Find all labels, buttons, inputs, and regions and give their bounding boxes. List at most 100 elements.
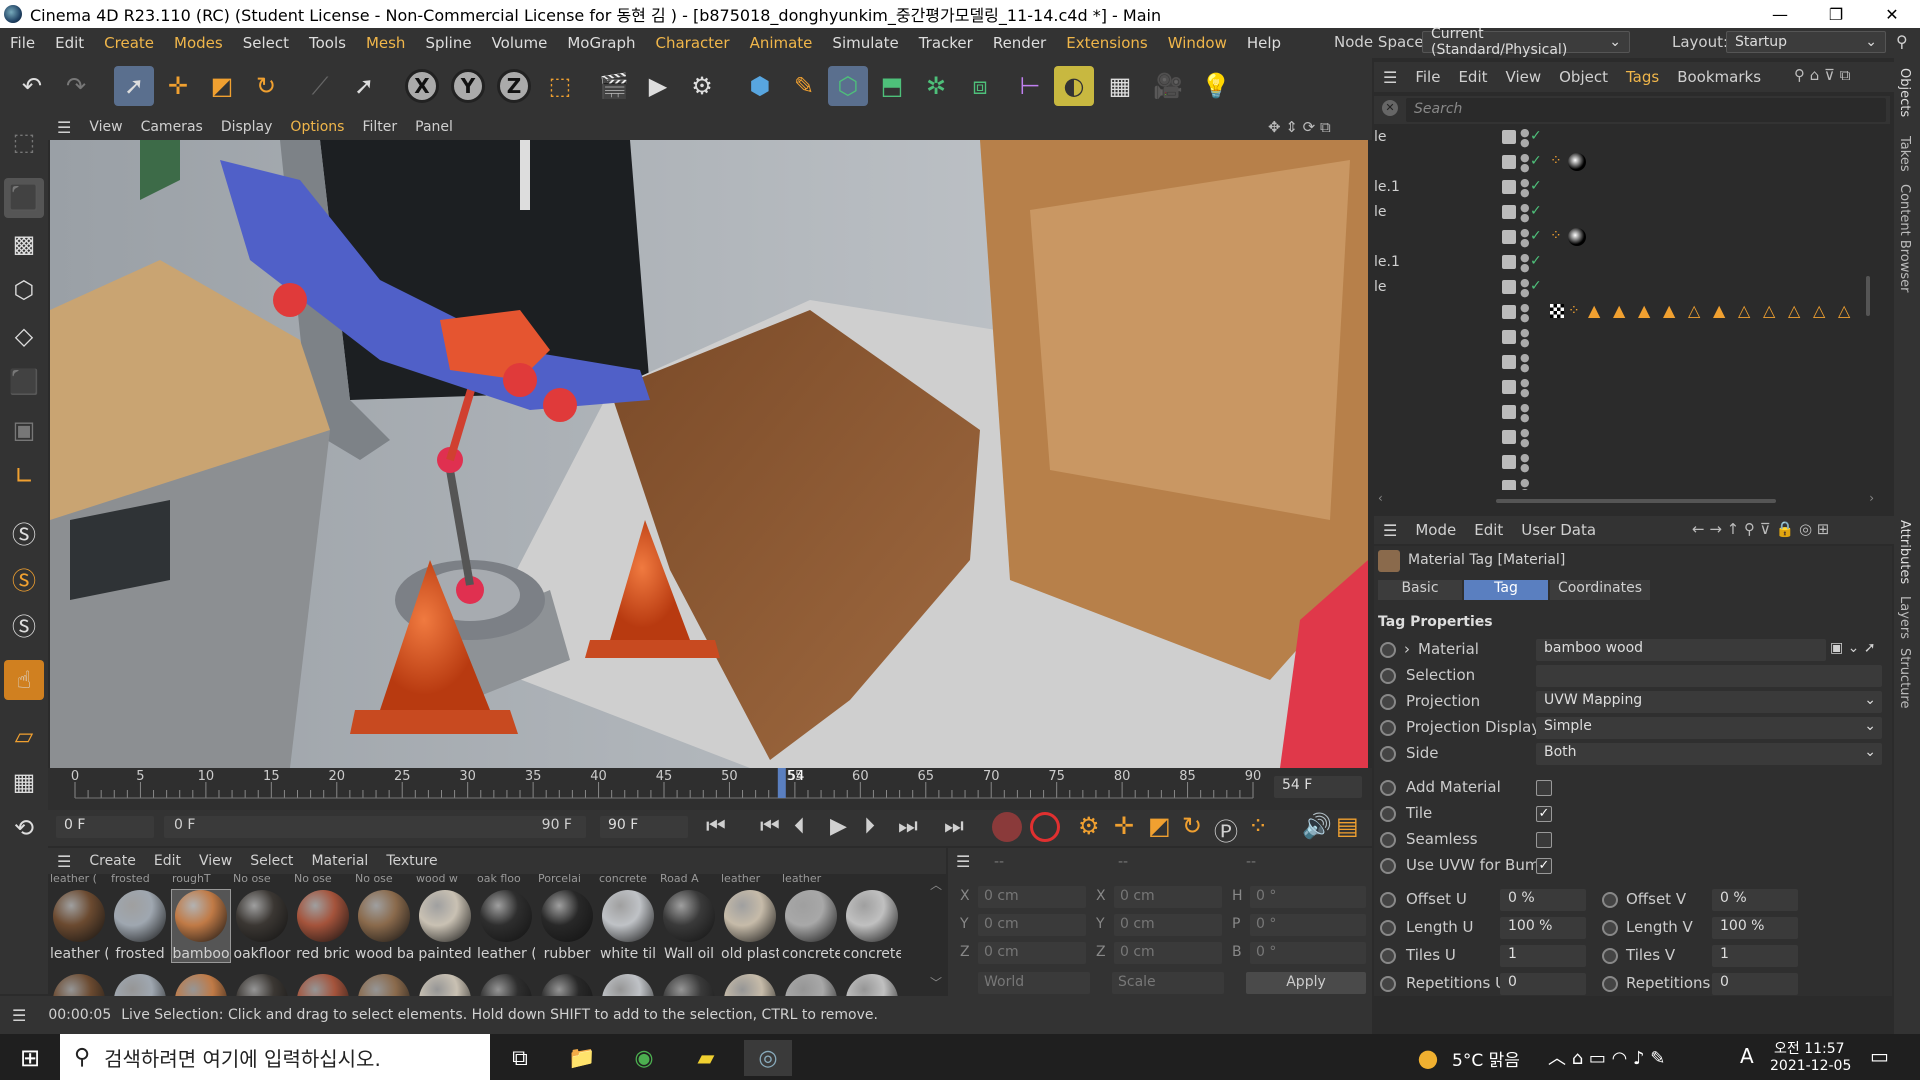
notification-icon[interactable]: ▭: [1870, 1044, 1889, 1068]
uvw-tag-icon[interactable]: [1550, 304, 1564, 318]
hamburger-icon[interactable]: ☰: [48, 118, 80, 137]
z-axis-lock-icon[interactable]: Z: [497, 69, 531, 103]
menu-window[interactable]: Window: [1158, 34, 1237, 52]
workplane-icon[interactable]: ▱: [4, 716, 44, 756]
attribute-nav-icons[interactable]: ← → ↑ ⚲ ⊽ 🔒 ◎ ⊞: [1692, 520, 1829, 538]
tab-coordinates[interactable]: Coordinates: [1550, 580, 1650, 600]
object-row[interactable]: le.1 ● ● ✓: [1374, 176, 1874, 201]
layer-icon[interactable]: [1502, 405, 1516, 419]
snap-settings-icon[interactable]: Ⓢ: [4, 558, 44, 598]
material-item[interactable]: concrete: [782, 890, 840, 962]
enabled-check-icon[interactable]: ✓: [1530, 228, 1542, 244]
x-axis-lock-icon[interactable]: X: [405, 69, 439, 103]
move-icon[interactable]: ✛: [158, 66, 198, 106]
key-pla-icon[interactable]: ⁘: [1248, 812, 1268, 840]
extrude-icon[interactable]: ⬒: [872, 66, 912, 106]
material-item[interactable]: old plast: [721, 890, 779, 962]
object-row[interactable]: le ● ● ✓: [1374, 126, 1874, 151]
subdivision-surface-icon[interactable]: ⬡: [828, 66, 868, 106]
material-menu-edit[interactable]: Edit: [145, 853, 190, 869]
attr-menu-mode[interactable]: Mode: [1406, 521, 1465, 539]
visibility-dots-icon[interactable]: ●●: [1520, 152, 1530, 173]
cinema4d-taskbar-icon[interactable]: ◎: [744, 1040, 792, 1076]
camera-icon[interactable]: 🎥: [1148, 66, 1188, 106]
tab-tag[interactable]: Tag: [1464, 580, 1548, 600]
animate-radio[interactable]: [1380, 832, 1396, 848]
play-icon[interactable]: ▶: [830, 814, 847, 839]
side-dropdown[interactable]: Both ⌄: [1536, 743, 1882, 765]
vtab-layers[interactable]: Layers: [1897, 596, 1912, 639]
seamless-checkbox[interactable]: [1536, 832, 1552, 848]
layer-icon[interactable]: [1502, 480, 1516, 490]
minimize-button[interactable]: —: [1752, 0, 1808, 28]
visibility-dots-icon[interactable]: ●●: [1520, 127, 1530, 148]
material-tag-icon[interactable]: [1568, 153, 1586, 171]
material-item[interactable]: [477, 974, 535, 996]
tweak-mode-icon[interactable]: ☝: [4, 660, 44, 700]
cube-icon[interactable]: ⬢: [740, 66, 780, 106]
autokey-icon[interactable]: [1030, 812, 1060, 842]
hamburger-icon[interactable]: ☰: [956, 852, 970, 871]
material-item[interactable]: [416, 974, 474, 996]
object-row[interactable]: ●●: [1374, 426, 1874, 451]
object-row[interactable]: ●●: [1374, 451, 1874, 476]
layer-icon[interactable]: [1502, 380, 1516, 394]
tiles-v-field[interactable]: 1: [1712, 945, 1798, 967]
scrollbar-thumb[interactable]: [1496, 499, 1776, 503]
hamburger-icon[interactable]: ☰: [0, 1006, 38, 1025]
tab-basic[interactable]: Basic: [1378, 580, 1462, 600]
material-menu-material[interactable]: Material: [302, 853, 377, 869]
floor-icon[interactable]: ▦: [1100, 66, 1140, 106]
menu-file[interactable]: File: [0, 34, 45, 52]
position-z-field[interactable]: 0 cm: [978, 942, 1086, 964]
material-menu-view[interactable]: View: [190, 853, 241, 869]
length-u-field[interactable]: 100 %: [1500, 917, 1586, 939]
sound-icon[interactable]: 🔊: [1302, 812, 1332, 840]
frame-range-slider[interactable]: 0 F 90 F: [164, 816, 586, 838]
attr-menu-userdata[interactable]: User Data: [1512, 521, 1605, 539]
windows-start-icon[interactable]: ⊞: [6, 1040, 54, 1076]
enabled-check-icon[interactable]: ✓: [1530, 153, 1542, 169]
object-row[interactable]: le.1 ● ● ✓: [1374, 251, 1874, 276]
enabled-check-icon[interactable]: ✓: [1530, 253, 1542, 269]
size-y-field[interactable]: 0 cm: [1114, 914, 1222, 936]
menu-mograph[interactable]: MoGraph: [557, 34, 645, 52]
playhead[interactable]: [777, 768, 786, 798]
animate-radio[interactable]: [1380, 892, 1396, 908]
input-language[interactable]: A: [1740, 1044, 1754, 1068]
object-row[interactable]: ●●: [1374, 351, 1874, 376]
viewport-menu-options[interactable]: Options: [281, 119, 353, 135]
layer-icon[interactable]: [1502, 305, 1516, 319]
rotation-b-field[interactable]: 0 °: [1250, 942, 1366, 964]
phong-tag-icon[interactable]: ⁘: [1568, 303, 1580, 319]
texture-tag-icon[interactable]: △: [1763, 301, 1775, 320]
current-frame-field[interactable]: 54 F: [1274, 776, 1362, 798]
visibility-dots-icon[interactable]: ●●: [1520, 402, 1530, 423]
object-row[interactable]: ●●: [1374, 476, 1874, 490]
object-vscrollbar-thumb[interactable]: [1866, 276, 1870, 316]
object-menu-tags[interactable]: Tags: [1617, 68, 1668, 86]
animate-radio[interactable]: [1380, 806, 1396, 822]
coordinate-system-icon[interactable]: ⬚: [540, 66, 580, 106]
size-z-field[interactable]: 0 cm: [1114, 942, 1222, 964]
attr-menu-edit[interactable]: Edit: [1465, 521, 1512, 539]
viewport-menu-cameras[interactable]: Cameras: [132, 119, 212, 135]
solo-mode-icon[interactable]: ⟲: [4, 808, 44, 848]
viewport-menu-filter[interactable]: Filter: [353, 119, 406, 135]
menu-tracker[interactable]: Tracker: [909, 34, 983, 52]
uvw-bump-checkbox[interactable]: ✓: [1536, 858, 1552, 874]
render-view-icon[interactable]: 🎬: [594, 66, 634, 106]
material-item[interactable]: [172, 974, 230, 996]
texture-tag-icon[interactable]: ▲: [1663, 301, 1675, 320]
viewport-menu-display[interactable]: Display: [212, 119, 282, 135]
visibility-dots-icon[interactable]: ●●: [1520, 227, 1530, 248]
start-frame-field[interactable]: 0 F: [56, 816, 154, 838]
texture-tag-icon[interactable]: ▲: [1713, 301, 1725, 320]
snap-icon[interactable]: Ⓢ: [4, 512, 44, 552]
material-item[interactable]: [599, 974, 657, 996]
record-active-icon[interactable]: [992, 812, 1022, 842]
live-selection-icon[interactable]: ➚: [114, 66, 154, 106]
viewport-menu-panel[interactable]: Panel: [406, 119, 462, 135]
taskbar-search[interactable]: ⚲ 검색하려면 여기에 입력하십시오.: [60, 1034, 490, 1080]
next-key-icon[interactable]: ⏭: [898, 814, 918, 839]
